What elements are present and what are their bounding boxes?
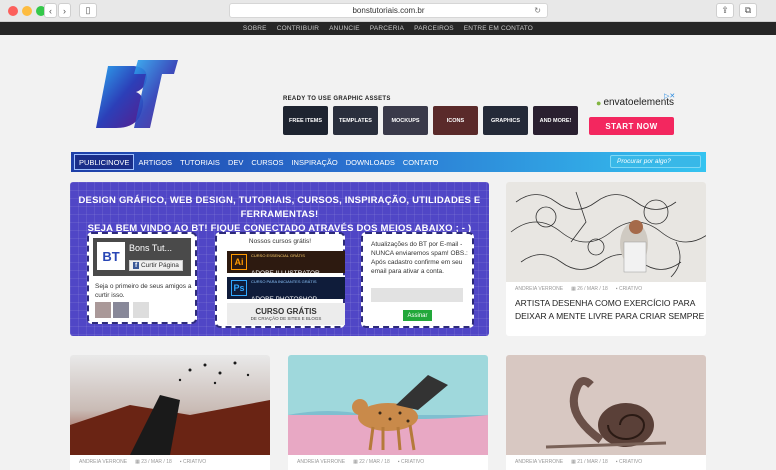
facebook-like-label: Curtir Página [140, 262, 179, 269]
chevron-left-icon: ‹ [49, 5, 52, 16]
post-image[interactable] [288, 355, 488, 455]
sidebar-icon: ▯ [85, 5, 91, 15]
post-card[interactable]: ANDREIA VERRONE ▦ 21 / MAR / 18 ▪ CRIATI… [506, 355, 706, 470]
post-image[interactable] [506, 182, 706, 282]
facebook-like-button[interactable]: f Curtir Página [129, 260, 183, 271]
illustrator-icon: Ai [231, 254, 247, 270]
minimize-window-button[interactable] [22, 6, 32, 16]
start-now-button[interactable]: START NOW [589, 117, 674, 135]
share-icon: ⇪ [721, 5, 729, 15]
nav-dev[interactable]: DEV [224, 154, 247, 170]
post-category[interactable]: ▪ CRIATIVO [180, 459, 206, 465]
post-date: ▦ 23 / MAR / 18 [135, 459, 172, 465]
nav-cursos[interactable]: CURSOS [247, 154, 287, 170]
nav-downloads[interactable]: DOWNLOADS [342, 154, 399, 170]
post-category[interactable]: ▪ CRIATIVO [398, 459, 424, 465]
topnav-contribuir[interactable]: CONTRIBUIR [277, 25, 319, 32]
ad-title: READY TO USE GRAPHIC ASSETS [283, 96, 391, 102]
avatar[interactable] [133, 302, 149, 318]
welcome-line-1: DESIGN GRÁFICO, WEB DESIGN, TUTORIAIS, C… [78, 195, 481, 220]
nav-publicinove[interactable]: PUBLICINOVE [74, 154, 135, 170]
post-image[interactable] [70, 355, 270, 455]
top-navigation: SOBRE CONTRIBUIR ANUNCIE PARCERIA PARCEI… [0, 22, 776, 35]
asset-templates[interactable]: TEMPLATES [333, 106, 378, 135]
post-meta: ANDREIA VERRONE ▦ 21 / MAR / 18 ▪ CRIATI… [515, 459, 642, 465]
topnav-contato[interactable]: ENTRE EM CONTATO [464, 25, 533, 32]
post-meta: ANDREIA VERRONE ▦ 26 / MAR / 18 ▪ CRIATI… [515, 286, 642, 292]
post-date: ▦ 22 / MAR / 18 [353, 459, 390, 465]
chevron-right-icon: › [63, 5, 66, 16]
nav-artigos[interactable]: ARTIGOS [134, 154, 176, 170]
address-bar[interactable]: bonstutoriais.com.br ↻ [229, 3, 548, 18]
post-category[interactable]: ▪ CRIATIVO [616, 286, 642, 292]
post-meta: ANDREIA VERRONE ▦ 23 / MAR / 18 ▪ CRIATI… [79, 459, 206, 465]
post-card[interactable]: ANDREIA VERRONE ▦ 26 / MAR / 18 ▪ CRIATI… [506, 182, 706, 336]
post-card[interactable]: ANDREIA VERRONE ▦ 22 / MAR / 18 ▪ CRIATI… [288, 355, 488, 470]
subscribe-button[interactable]: Assinar [403, 310, 432, 321]
post-date: ▦ 26 / MAR / 18 [571, 286, 608, 292]
nav-contato[interactable]: CONTATO [399, 154, 442, 170]
course-photoshop[interactable]: Ps CURSO PARA INICIANTES GRÁTIS ADOBE PHO… [227, 277, 345, 303]
course-small-label: CURSO ESSENCIAL GRÁTIS [251, 253, 305, 258]
post-title[interactable]: ARTISTA DESENHA COMO EXERCÍCIO PARA DEIX… [515, 297, 705, 323]
facebook-page-name[interactable]: Bons Tut... [129, 243, 172, 253]
share-button[interactable]: ⇪ [716, 3, 734, 18]
subscribe-widget: Atualizações do BT por E-mail - NUNCA en… [361, 232, 474, 328]
reload-icon[interactable]: ↻ [534, 6, 541, 15]
back-button[interactable]: ‹ [44, 3, 57, 18]
post-author[interactable]: ANDREIA VERRONE [515, 459, 563, 465]
url-text: bonstutoriais.com.br [352, 6, 425, 15]
site-logo[interactable]: BT [94, 56, 180, 132]
close-window-button[interactable] [8, 6, 18, 16]
asset-and-more[interactable]: AND MORE! [533, 106, 578, 135]
course-sites-blogs[interactable]: CURSO GRÁTIS DE CRIAÇÃO DE SITES E BLOGS [227, 303, 345, 325]
post-date: ▦ 21 / MAR / 18 [571, 459, 608, 465]
facebook-cover: BT Bons Tut... f Curtir Página [93, 238, 191, 276]
facebook-text: Seja o primeiro de seus amigos a curtir … [95, 283, 192, 299]
asset-mockups[interactable]: MOCKUPS [383, 106, 428, 135]
facebook-icon: f [133, 262, 140, 269]
nav-tutoriais[interactable]: TUTORIAIS [176, 154, 224, 170]
asset-graphics[interactable]: GRAPHICS [483, 106, 528, 135]
welcome-box: DESIGN GRÁFICO, WEB DESIGN, TUTORIAIS, C… [70, 182, 489, 336]
welcome-heading: DESIGN GRÁFICO, WEB DESIGN, TUTORIAIS, C… [70, 194, 489, 236]
topnav-parceria[interactable]: PARCERIA [370, 25, 404, 32]
course-small-label: DE CRIAÇÃO DE SITES E BLOGS [250, 316, 322, 321]
post-author[interactable]: ANDREIA VERRONE [79, 459, 127, 465]
post-author[interactable]: ANDREIA VERRONE [515, 286, 563, 292]
facebook-widget: BT Bons Tut... f Curtir Página Seja o pr… [87, 232, 197, 324]
post-image[interactable] [506, 355, 706, 455]
topnav-anuncie[interactable]: ANUNCIE [329, 25, 360, 32]
tabs-icon: ⧉ [744, 5, 752, 15]
avatar[interactable] [113, 302, 129, 318]
asset-free-items[interactable]: FREE ITEMS [283, 106, 328, 135]
topnav-parceiros[interactable]: PARCEIROS [414, 25, 454, 32]
forward-button[interactable]: › [58, 3, 71, 18]
topnav-sobre[interactable]: SOBRE [243, 25, 267, 32]
adchoices-icon[interactable]: ▷✕ [664, 92, 675, 100]
courses-widget: Nossos cursos grátis! Ai CURSO ESSENCIAL… [215, 232, 345, 328]
post-author[interactable]: ANDREIA VERRONE [297, 459, 345, 465]
photoshop-icon: Ps [231, 280, 247, 296]
course-small-label: CURSO PARA INICIANTES GRÁTIS [251, 279, 317, 284]
email-field[interactable] [371, 288, 463, 302]
post-category[interactable]: ▪ CRIATIVO [616, 459, 642, 465]
avatar[interactable] [95, 302, 111, 318]
search-input[interactable]: Procurar por algo? [610, 155, 701, 168]
course-name: ADOBE PHOTOSHOP [251, 296, 317, 303]
nav-inspiracao[interactable]: INSPIRAÇÃO [287, 154, 341, 170]
svg-text:BT: BT [94, 56, 96, 57]
subscribe-text: Atualizações do BT por E-mail - NUNCA en… [371, 241, 468, 275]
envato-leaf-icon: ● [596, 97, 602, 108]
asset-icons[interactable]: ICONS [433, 106, 478, 135]
post-meta: ANDREIA VERRONE ▦ 22 / MAR / 18 ▪ CRIATI… [297, 459, 424, 465]
envato-brand[interactable]: ● envatoelements [596, 97, 674, 108]
sidebar-button[interactable]: ▯ [79, 3, 97, 18]
post-card[interactable]: ANDREIA VERRONE ▦ 23 / MAR / 18 ▪ CRIATI… [70, 355, 270, 470]
course-name: CURSO GRÁTIS [255, 307, 317, 316]
facebook-page-logo: BT [97, 242, 125, 270]
tabs-button[interactable]: ⧉ [739, 3, 757, 18]
browser-toolbar: ‹ › ▯ bonstutoriais.com.br ↻ ⇪ ⧉ [0, 0, 776, 22]
